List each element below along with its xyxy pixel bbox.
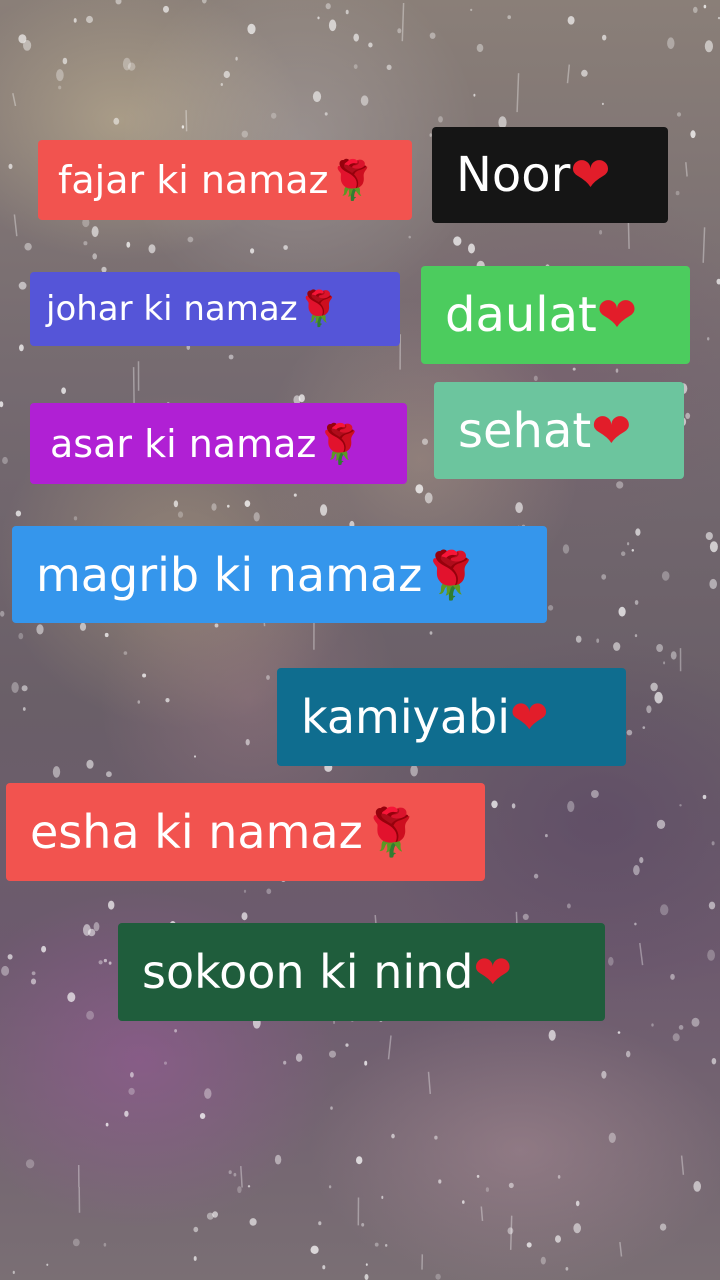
label-johar: johar ki namaz 🌹 [30, 272, 400, 346]
heart-icon: ❤ [473, 945, 513, 999]
heart-icon: ❤ [591, 402, 632, 459]
label-asar-text: asar ki namaz [50, 421, 317, 466]
label-daulat: daulat ❤ [421, 266, 690, 364]
label-magrib: magrib ki namaz 🌹 [12, 526, 547, 623]
label-sehat: sehat ❤ [434, 382, 684, 479]
heart-icon: ❤ [570, 147, 611, 203]
label-daulat-text: daulat [445, 287, 597, 343]
label-fajar: fajar ki namaz 🌹 [38, 140, 412, 220]
label-kamiyabi: kamiyabi ❤ [277, 668, 626, 766]
rose-icon: 🌹 [316, 421, 364, 466]
rose-icon: 🌹 [328, 158, 376, 202]
heart-icon: ❤ [510, 690, 549, 744]
label-sehat-text: sehat [458, 402, 592, 459]
label-esha-text: esha ki namaz [30, 805, 363, 859]
rose-icon: 🌹 [297, 289, 340, 329]
label-fajar-text: fajar ki namaz [58, 158, 329, 202]
label-johar-text: johar ki namaz [46, 289, 298, 329]
label-noor: Noor ❤ [432, 127, 668, 223]
heart-icon: ❤ [596, 287, 638, 343]
label-asar: asar ki namaz 🌹 [30, 403, 407, 484]
label-sokoon: sokoon ki nind ❤ [118, 923, 605, 1021]
rose-icon: 🌹 [362, 805, 421, 859]
label-kamiyabi-text: kamiyabi [301, 690, 510, 744]
label-sokoon-text: sokoon ki nind [142, 945, 474, 999]
label-magrib-text: magrib ki namaz [36, 547, 423, 602]
rose-icon: 🌹 [422, 547, 480, 602]
label-noor-text: Noor [456, 147, 571, 203]
label-esha: esha ki namaz 🌹 [6, 783, 485, 881]
